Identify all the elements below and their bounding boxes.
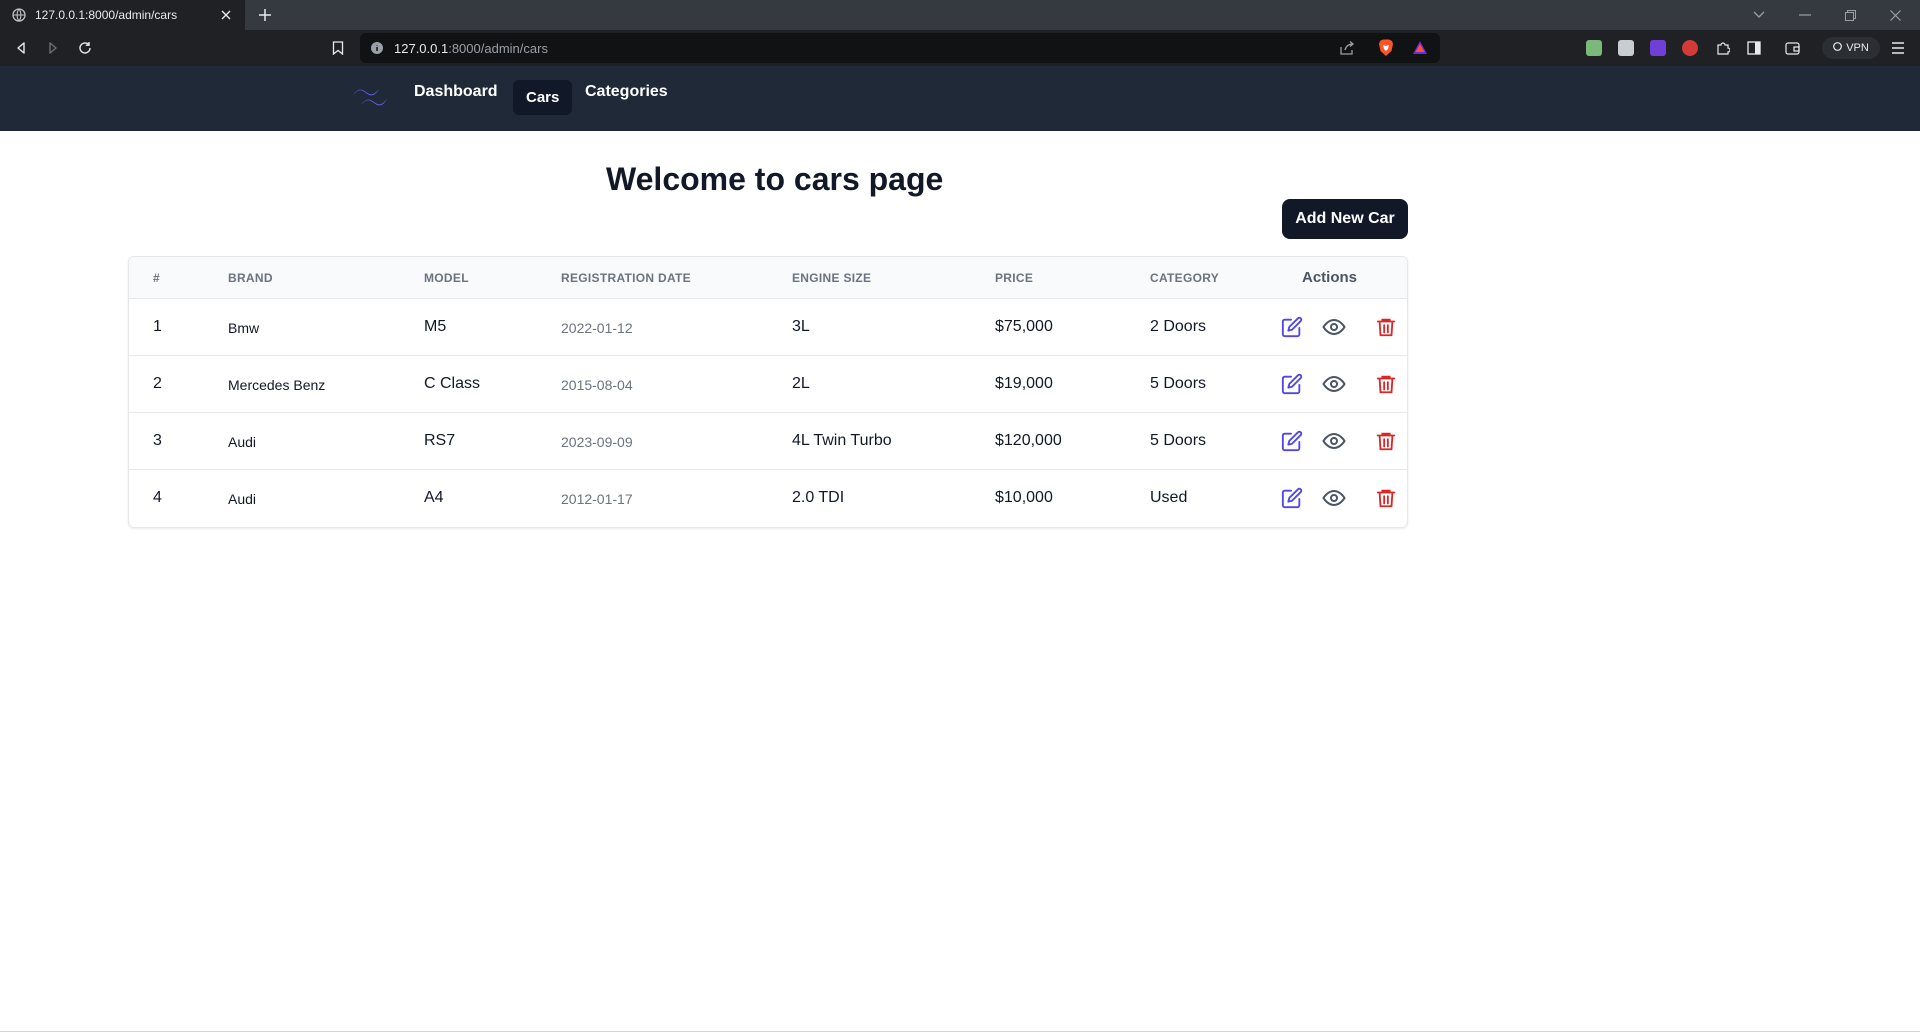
url-path: :8000/admin/cars bbox=[448, 41, 548, 56]
cell-model: M5 bbox=[424, 318, 447, 335]
column-header-engine-size: Engine Size bbox=[792, 271, 872, 285]
cell-brand: Audi bbox=[228, 434, 257, 450]
bookmark-icon[interactable] bbox=[328, 38, 348, 58]
cell-price: $75,000 bbox=[995, 318, 1053, 335]
extensions-puzzle-icon[interactable] bbox=[1713, 38, 1733, 58]
tailwind-logo-icon[interactable] bbox=[350, 84, 390, 112]
browser-toolbar: 127.0.0.1:8000/admin/cars VPN bbox=[0, 30, 1920, 66]
column-header-number: # bbox=[153, 271, 160, 285]
eye-icon[interactable] bbox=[1322, 486, 1346, 510]
column-header-brand: Brand bbox=[228, 271, 273, 285]
extension-image-icon[interactable] bbox=[1618, 40, 1634, 56]
forward-icon[interactable] bbox=[43, 38, 63, 58]
cell-registration-date: 2022-01-12 bbox=[561, 320, 633, 336]
cell-price: $10,000 bbox=[995, 489, 1053, 506]
edit-icon[interactable] bbox=[1280, 486, 1304, 510]
cell-id: 1 bbox=[153, 318, 162, 335]
window-close-icon[interactable] bbox=[1873, 0, 1917, 30]
address-bar[interactable]: 127.0.0.1:8000/admin/cars bbox=[360, 33, 1440, 63]
cell-price: $120,000 bbox=[995, 432, 1062, 449]
cell-engine-size: 4L Twin Turbo bbox=[792, 432, 892, 449]
cell-registration-date: 2023-09-09 bbox=[561, 434, 633, 450]
trash-icon[interactable] bbox=[1374, 315, 1398, 339]
cell-price: $19,000 bbox=[995, 375, 1053, 392]
column-header-registration-date: Registration Date bbox=[561, 271, 691, 285]
cell-id: 4 bbox=[153, 489, 162, 506]
vpn-button[interactable]: VPN bbox=[1822, 37, 1880, 59]
extension-record-icon[interactable] bbox=[1682, 40, 1698, 56]
column-header-price: Price bbox=[995, 271, 1034, 285]
cell-model: A4 bbox=[424, 489, 444, 506]
edit-icon[interactable] bbox=[1280, 315, 1304, 339]
browser-tab-bar: 127.0.0.1:8000/admin/cars bbox=[0, 0, 1920, 30]
cars-table: # Brand Model Registration Date Engine S… bbox=[128, 256, 1408, 528]
column-header-actions: Actions bbox=[1302, 269, 1358, 286]
cell-brand: Bmw bbox=[228, 320, 260, 336]
page-bottom-divider bbox=[0, 1031, 1920, 1032]
cell-registration-date: 2012-01-17 bbox=[561, 491, 633, 507]
nav-categories[interactable]: Categories bbox=[585, 83, 668, 101]
cell-model: C Class bbox=[424, 375, 481, 392]
extension-mail-icon[interactable] bbox=[1586, 40, 1602, 56]
tab-title: 127.0.0.1:8000/admin/cars bbox=[35, 8, 178, 22]
add-new-car-button[interactable]: Add New Car bbox=[1282, 199, 1408, 239]
globe-icon bbox=[12, 8, 26, 22]
cell-category: 5 Doors bbox=[1150, 432, 1207, 449]
column-header-category: Category bbox=[1150, 271, 1220, 285]
edit-icon[interactable] bbox=[1280, 429, 1304, 453]
extension-game-icon[interactable] bbox=[1650, 40, 1666, 56]
site-info-icon[interactable] bbox=[370, 41, 384, 60]
eye-icon[interactable] bbox=[1322, 372, 1346, 396]
address-url: 127.0.0.1:8000/admin/cars bbox=[394, 41, 548, 56]
wallet-icon[interactable] bbox=[1782, 38, 1802, 58]
vpn-label: VPN bbox=[1846, 42, 1869, 54]
column-header-model: Model bbox=[424, 271, 469, 285]
restore-icon[interactable] bbox=[1828, 0, 1872, 30]
reload-icon[interactable] bbox=[75, 38, 95, 58]
trash-icon[interactable] bbox=[1374, 372, 1398, 396]
cell-registration-date: 2015-08-04 bbox=[561, 377, 633, 393]
cell-category: 5 Doors bbox=[1150, 375, 1207, 392]
eye-icon[interactable] bbox=[1322, 429, 1346, 453]
browser-tab[interactable]: 127.0.0.1:8000/admin/cars bbox=[0, 0, 245, 30]
table-row: 1 Bmw M5 2022-01-12 3L $75,000 2 Doors bbox=[129, 299, 1407, 356]
cell-id: 2 bbox=[153, 375, 162, 392]
sidebar-icon[interactable] bbox=[1744, 38, 1764, 58]
cell-model: RS7 bbox=[424, 432, 456, 449]
nav-cars[interactable]: Cars bbox=[513, 80, 573, 115]
tab-search-chevron-icon[interactable] bbox=[1737, 0, 1781, 30]
table-header: # Brand Model Registration Date Engine S… bbox=[129, 257, 1407, 299]
brave-shield-icon[interactable] bbox=[1378, 39, 1394, 62]
table-row: 2 Mercedes Benz C Class 2015-08-04 2L $1… bbox=[129, 356, 1407, 413]
cell-category: Used bbox=[1150, 489, 1188, 506]
back-icon[interactable] bbox=[11, 38, 31, 58]
brave-rewards-icon[interactable] bbox=[1412, 40, 1428, 61]
cell-category: 2 Doors bbox=[1150, 318, 1207, 335]
eye-icon[interactable] bbox=[1322, 315, 1346, 339]
cell-id: 3 bbox=[153, 432, 162, 449]
new-tab-icon[interactable] bbox=[256, 6, 274, 24]
table-row: 3 Audi RS7 2023-09-09 4L Twin Turbo $120… bbox=[129, 413, 1407, 470]
menu-icon[interactable] bbox=[1888, 38, 1908, 58]
nav-dashboard[interactable]: Dashboard bbox=[414, 83, 498, 101]
edit-icon[interactable] bbox=[1280, 372, 1304, 396]
vpn-status-icon bbox=[1833, 42, 1843, 54]
share-icon[interactable] bbox=[1340, 41, 1355, 60]
cell-brand: Audi bbox=[228, 491, 257, 507]
table-row: 4 Audi A4 2012-01-17 2.0 TDI $10,000 Use… bbox=[129, 470, 1407, 527]
cell-engine-size: 2L bbox=[792, 375, 810, 392]
url-host: 127.0.0.1 bbox=[394, 41, 449, 56]
trash-icon[interactable] bbox=[1374, 486, 1398, 510]
page-title: Welcome to cars page bbox=[606, 161, 944, 197]
cell-engine-size: 3L bbox=[792, 318, 810, 335]
app-navbar: Dashboard Cars Categories bbox=[0, 66, 1920, 131]
close-icon[interactable] bbox=[219, 8, 233, 22]
cell-engine-size: 2.0 TDI bbox=[792, 489, 845, 506]
cell-brand: Mercedes Benz bbox=[228, 377, 326, 393]
minimize-icon[interactable] bbox=[1783, 0, 1827, 30]
trash-icon[interactable] bbox=[1374, 429, 1398, 453]
